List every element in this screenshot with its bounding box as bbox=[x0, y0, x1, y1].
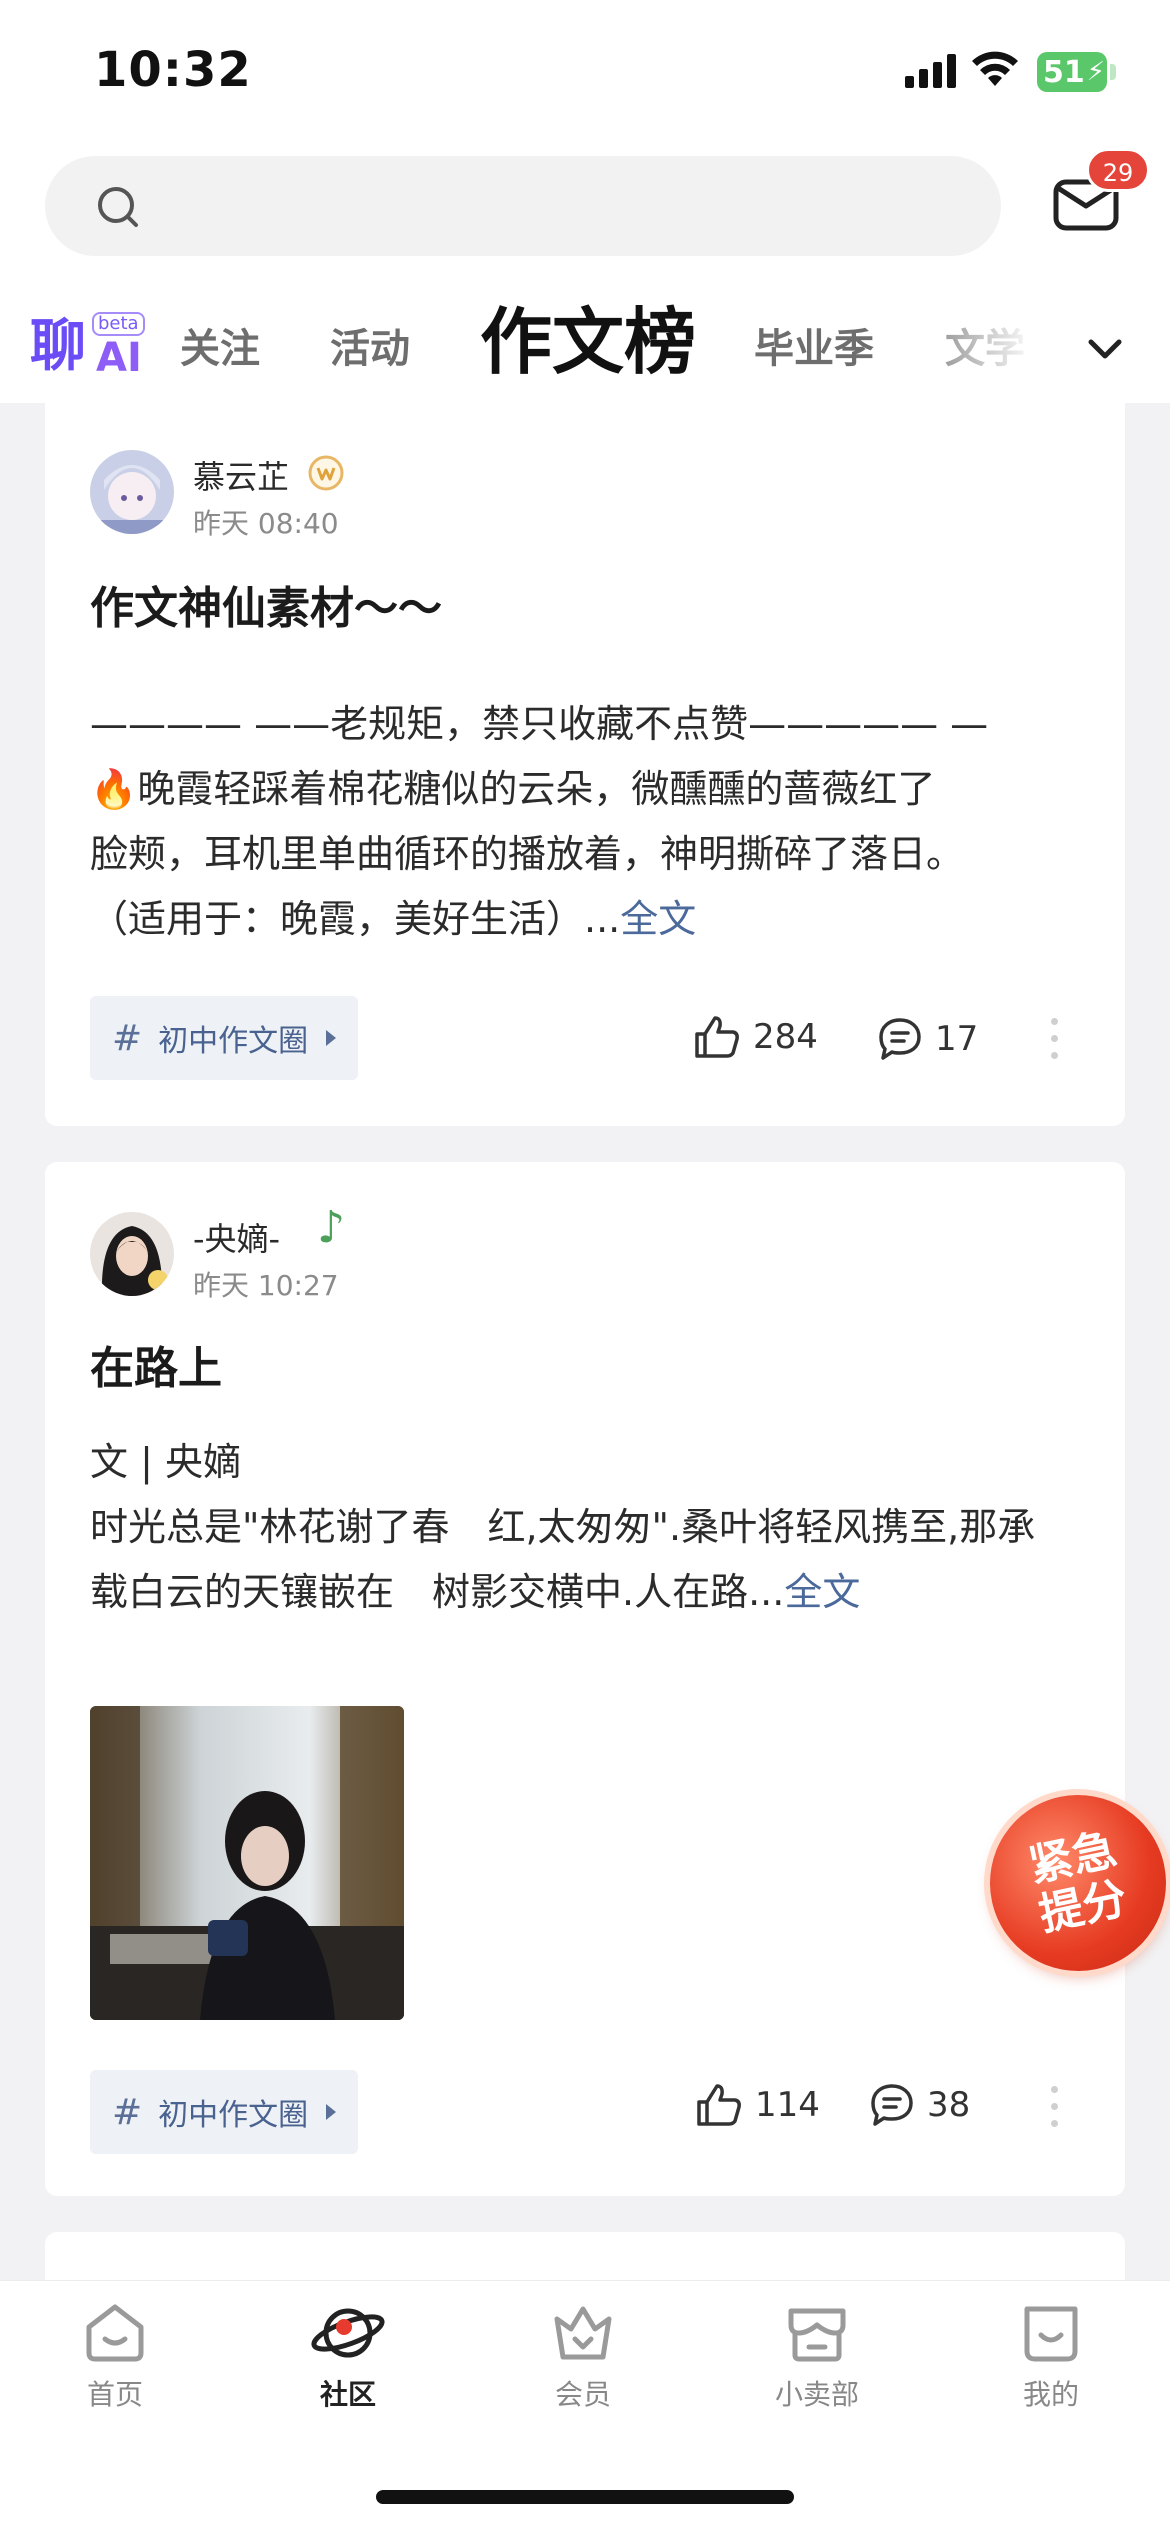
ai-label: AI bbox=[96, 335, 142, 381]
nav-label: 我的 bbox=[1022, 2378, 1079, 2411]
user-name[interactable]: -央嫡- bbox=[193, 1214, 280, 1260]
post-time: 昨天 08:40 bbox=[193, 507, 339, 540]
post-line-text: 载白云的天镶嵌在 树影交横中.人在路... bbox=[90, 1570, 785, 1614]
urgent-boost-label: 紧急 提分 bbox=[1014, 1823, 1142, 1944]
nav-community[interactable]: 社区 bbox=[273, 2301, 423, 2413]
topic-label: 初中作文圈 bbox=[158, 1024, 309, 1059]
more-icon[interactable] bbox=[1051, 1018, 1061, 1059]
nav-shop[interactable]: 小卖部 bbox=[742, 2301, 892, 2413]
nav-label: 首页 bbox=[86, 2378, 143, 2411]
header: 10:32 51 ⚡ 29 聊 beta AI 关注 活动 作文榜 毕业季 bbox=[0, 0, 1170, 403]
post-line: 载白云的天镶嵌在 树影交横中.人在路...全文 bbox=[90, 1560, 1090, 1625]
topic-chip[interactable]: # 初中作文圈 bbox=[90, 2070, 359, 2154]
like-button[interactable]: 284 bbox=[693, 1014, 818, 1060]
post-line: 文 | 央嫡 bbox=[90, 1440, 241, 1484]
comment-count: 38 bbox=[927, 2085, 971, 2125]
tab-activity[interactable]: 活动 bbox=[330, 314, 410, 384]
status-bar: 10:32 51 ⚡ bbox=[0, 0, 1170, 140]
nav-label: 社区 bbox=[319, 2378, 376, 2411]
chevron-down-icon[interactable] bbox=[1085, 336, 1125, 362]
arrow-right-icon bbox=[326, 1030, 337, 1046]
comment-icon bbox=[879, 1018, 921, 1060]
like-count: 114 bbox=[755, 2085, 820, 2125]
comment-button[interactable]: 38 bbox=[869, 2082, 970, 2128]
comment-count: 17 bbox=[935, 1019, 979, 1059]
home-icon bbox=[86, 2304, 144, 2362]
battery-icon: 51 ⚡ bbox=[1037, 52, 1107, 92]
nav-membership[interactable]: 会员 bbox=[508, 2301, 658, 2413]
profile-icon bbox=[1024, 2306, 1078, 2362]
like-count: 284 bbox=[753, 1017, 818, 1057]
comment-icon bbox=[871, 2084, 913, 2126]
search-input[interactable] bbox=[45, 156, 1001, 256]
music-note-icon: ♪ bbox=[317, 1202, 346, 1253]
post-line: 🔥晚霞轻踩着棉花糖似的云朵，微醺醺的蔷薇红了 bbox=[90, 767, 936, 811]
post-title[interactable]: 作文神仙素材～～ bbox=[90, 572, 442, 636]
nav-label: 会员 bbox=[554, 2378, 611, 2411]
verified-badge-icon bbox=[308, 455, 344, 491]
post-card[interactable]: -央嫡- ♪ 昨天 10:27 在路上 文 | 央嫡 时光总是"林花谢了春 红,… bbox=[45, 1162, 1125, 2196]
post-photo[interactable] bbox=[90, 1706, 404, 2020]
tab-essay-ranking[interactable]: 作文榜 bbox=[480, 300, 696, 384]
post-line-text: （适用于：晚霞，美好生活）... bbox=[90, 897, 621, 941]
nav-profile[interactable]: 我的 bbox=[976, 2301, 1126, 2413]
post-line: ———— ——老规矩，禁只收藏不点赞————— — bbox=[90, 702, 989, 746]
post-line: 时光总是"林花谢了春 红,太匆匆".桑叶将轻风携至,那承 bbox=[90, 1505, 1036, 1549]
post-time: 昨天 10:27 bbox=[193, 1269, 339, 1302]
shop-icon bbox=[788, 2308, 846, 2362]
nav-home[interactable]: 首页 bbox=[40, 2301, 190, 2413]
mail-badge: 29 bbox=[1086, 148, 1150, 192]
avatar[interactable] bbox=[90, 1212, 174, 1296]
topic-label: 初中作文圈 bbox=[158, 2098, 309, 2133]
battery-level: 51 bbox=[1043, 54, 1085, 90]
post-card[interactable]: 慕云芷 昨天 08:40 作文神仙素材～～ ———— ——老规矩，禁只收藏不点赞… bbox=[45, 396, 1125, 1126]
home-indicator[interactable] bbox=[376, 2490, 794, 2504]
battery-cap bbox=[1110, 64, 1116, 80]
tab-graduation[interactable]: 毕业季 bbox=[754, 314, 874, 384]
tab-fade bbox=[900, 290, 1060, 400]
charging-bolt-icon: ⚡ bbox=[1086, 57, 1106, 87]
post-body[interactable]: 文 | 央嫡 时光总是"林花谢了春 红,太匆匆".桑叶将轻风携至,那承 载白云的… bbox=[90, 1430, 1090, 1625]
post-line: 脸颊，耳机里单曲循环的播放着，神明撕碎了落日。 bbox=[90, 832, 965, 876]
hashtag-icon: # bbox=[112, 1017, 143, 1059]
full-text-link[interactable]: 全文 bbox=[784, 1570, 860, 1614]
status-time: 10:32 bbox=[94, 42, 252, 98]
cellular-signal-icon bbox=[905, 54, 956, 88]
thumbs-up-icon bbox=[695, 1016, 739, 1058]
more-icon[interactable] bbox=[1051, 2086, 1061, 2127]
like-button[interactable]: 114 bbox=[695, 2082, 820, 2128]
tab-ai-chat[interactable]: 聊 beta AI bbox=[30, 312, 145, 382]
wifi-icon bbox=[972, 51, 1018, 86]
planet-icon bbox=[311, 2308, 385, 2358]
crown-icon bbox=[554, 2306, 612, 2360]
user-name[interactable]: 慕云芷 bbox=[193, 452, 289, 498]
search-icon bbox=[98, 187, 138, 227]
ai-chat-logo: 聊 bbox=[30, 313, 86, 379]
post-title[interactable]: 在路上 bbox=[90, 1332, 222, 1396]
avatar[interactable] bbox=[90, 450, 174, 534]
nav-label: 小卖部 bbox=[774, 2378, 859, 2411]
post-body[interactable]: ———— ——老规矩，禁只收藏不点赞————— — 🔥晚霞轻踩着棉花糖似的云朵，… bbox=[90, 692, 1090, 952]
hashtag-icon: # bbox=[112, 2091, 143, 2133]
tab-follow[interactable]: 关注 bbox=[180, 314, 260, 384]
comment-button[interactable]: 17 bbox=[877, 1016, 978, 1062]
full-text-link[interactable]: 全文 bbox=[620, 897, 696, 941]
arrow-right-icon bbox=[326, 2104, 337, 2120]
ai-beta-badge: beta bbox=[92, 312, 145, 336]
thumbs-up-icon bbox=[697, 2084, 741, 2126]
post-line: （适用于：晚霞，美好生活）...全文 bbox=[90, 887, 1090, 952]
topic-chip[interactable]: # 初中作文圈 bbox=[90, 996, 359, 1080]
